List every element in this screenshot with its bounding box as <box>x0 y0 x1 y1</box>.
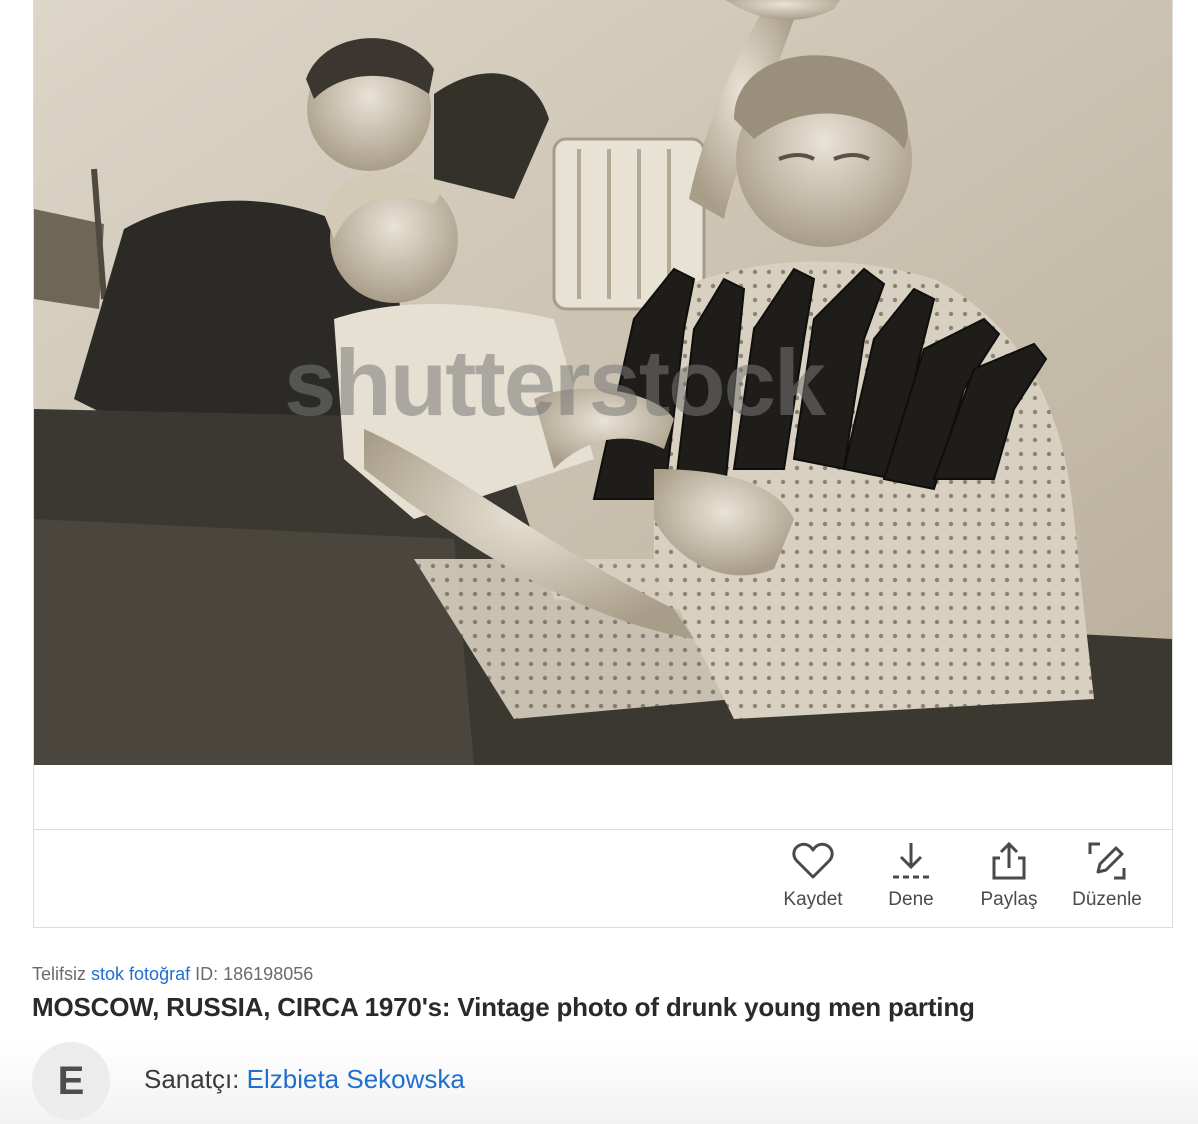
id-label: ID: <box>195 964 219 984</box>
artist-credit: Sanatçı: Elzbieta Sekowska <box>144 1064 465 1095</box>
image-id: 186198056 <box>223 964 314 984</box>
card-divider <box>34 829 1172 830</box>
image-card: shutterstock Kaydet Dene Paylaş Düzenle <box>33 0 1173 928</box>
share-button[interactable]: Paylaş <box>960 839 1058 919</box>
edit-label: Düzenle <box>1072 889 1142 910</box>
heart-icon <box>791 839 835 883</box>
image-meta: Telifsiz stok fotoğraf ID: 186198056 <box>32 964 313 985</box>
artist-label: Sanatçı: <box>144 1064 240 1094</box>
edit-button[interactable]: Düzenle <box>1058 839 1156 919</box>
try-label: Dene <box>888 889 934 910</box>
watermark-text: shutterstock <box>284 330 826 435</box>
royalty-free-text: Telifsiz <box>32 964 87 984</box>
share-label: Paylaş <box>980 889 1038 910</box>
artist-avatar[interactable]: E <box>32 1042 110 1120</box>
download-icon <box>889 839 933 883</box>
save-button[interactable]: Kaydet <box>764 839 862 919</box>
share-icon <box>987 839 1031 883</box>
artist-name-link[interactable]: Elzbieta Sekowska <box>247 1064 465 1094</box>
edit-icon <box>1085 839 1129 883</box>
save-label: Kaydet <box>783 889 843 910</box>
stock-photo[interactable]: shutterstock <box>34 0 1172 765</box>
image-actions: Kaydet Dene Paylaş Düzenle <box>764 839 1156 919</box>
try-button[interactable]: Dene <box>862 839 960 919</box>
image-title: MOSCOW, RUSSIA, CIRCA 1970's: Vintage ph… <box>32 992 975 1022</box>
stock-photo-link[interactable]: stok fotoğraf <box>91 964 190 984</box>
